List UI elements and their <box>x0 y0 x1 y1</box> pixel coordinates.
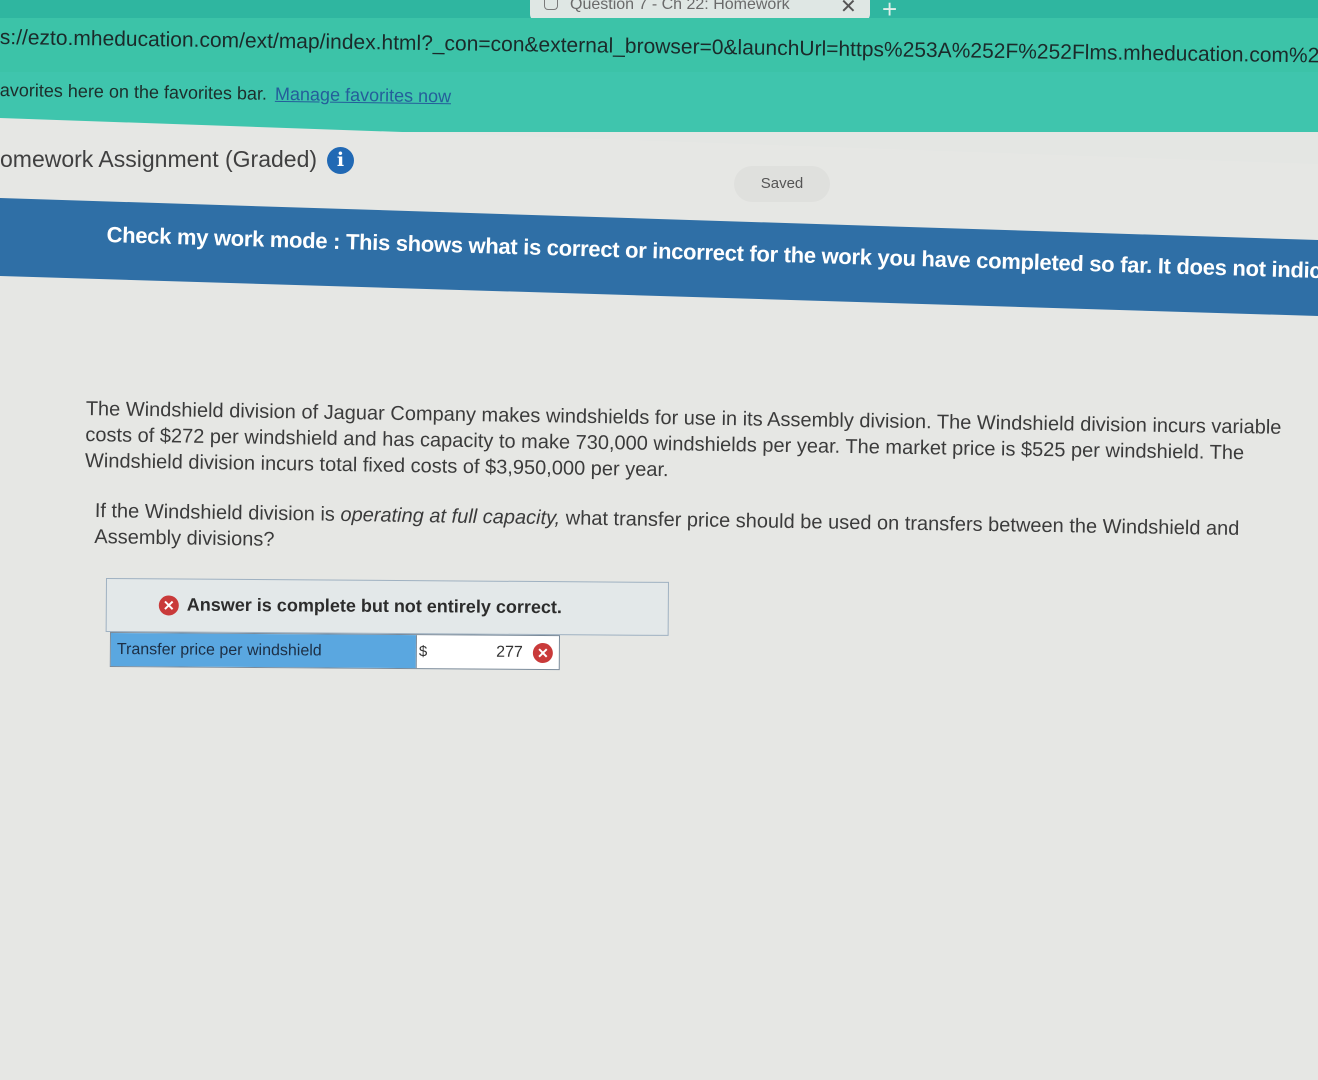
assignment-title: omework Assignment (Graded) <box>0 146 318 172</box>
answer-status-text: Answer is complete but not entirely corr… <box>186 594 562 618</box>
question-before: If the Windshield division is <box>94 499 341 526</box>
question-emphasis: operating at full capacity, <box>340 503 561 530</box>
manage-favorites-link[interactable]: Manage favorites now <box>275 84 451 106</box>
transfer-price-label: Transfer price per windshield <box>110 633 416 669</box>
answer-status: ✕ Answer is complete but not entirely cor… <box>158 594 562 618</box>
saved-status-badge: Saved <box>734 166 830 202</box>
favorites-text: avorites here on the favorites bar. <box>0 80 268 104</box>
incorrect-icon: ✕ <box>158 595 179 616</box>
answer-feedback-box: ✕ Answer is complete but not entirely cor… <box>105 578 669 636</box>
page-title: omework Assignment (Graded) i <box>0 146 355 175</box>
incorrect-answer-icon: ✕ <box>532 642 553 664</box>
answer-table-row: Transfer price per windshield $ 277 ✕ <box>109 632 560 671</box>
info-icon[interactable]: i <box>327 147 355 175</box>
currency-symbol: $ <box>415 635 436 669</box>
close-tab-icon[interactable]: ✕ <box>840 0 857 17</box>
tab-page-icon <box>544 0 558 10</box>
tab-title: Question 7 - Ch 22: Homework <box>570 0 790 13</box>
